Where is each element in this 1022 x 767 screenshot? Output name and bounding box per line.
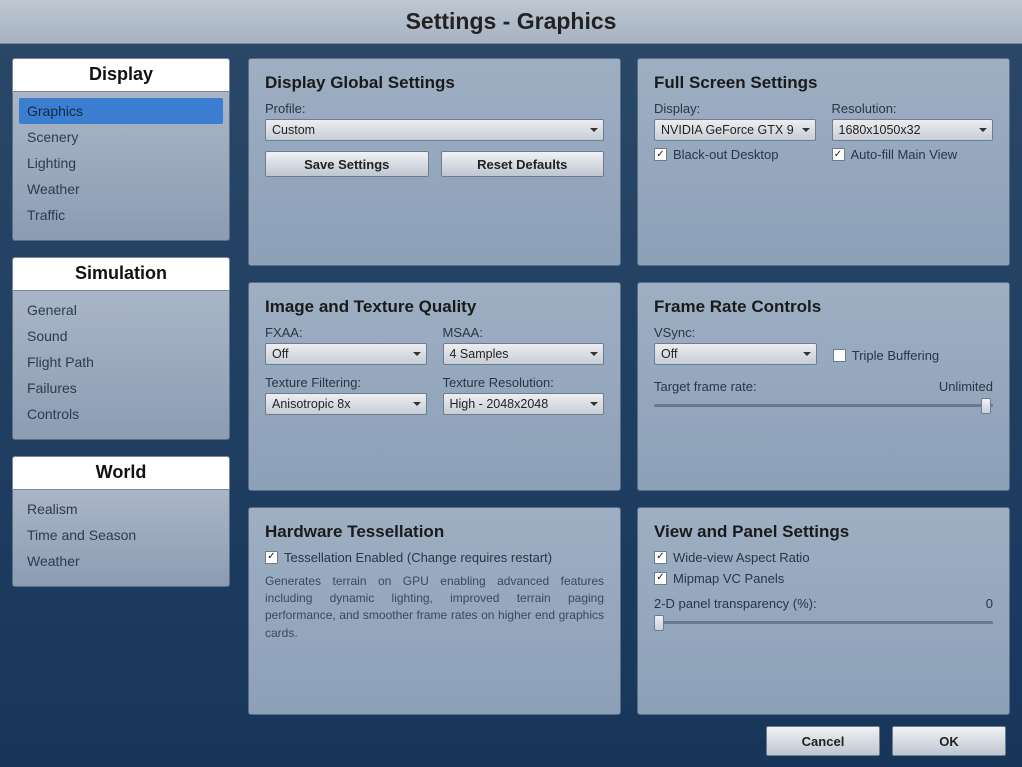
- mipmap-vc-panels-checkbox[interactable]: ✓ Mipmap VC Panels: [654, 571, 993, 586]
- triple-buffering-checkbox[interactable]: Triple Buffering: [833, 348, 993, 363]
- sidebar-group: DisplayGraphicsSceneryLightingWeatherTra…: [12, 58, 230, 241]
- sidebar-item-traffic[interactable]: Traffic: [19, 202, 223, 228]
- sidebar-item-failures[interactable]: Failures: [19, 375, 223, 401]
- wideview-aspect-checkbox[interactable]: ✓ Wide-view Aspect Ratio: [654, 550, 993, 565]
- sidebar-group: WorldRealismTime and SeasonWeather: [12, 456, 230, 587]
- profile-value: Custom: [272, 123, 315, 137]
- sidebar-item-general[interactable]: General: [19, 297, 223, 323]
- sidebar-item-scenery[interactable]: Scenery: [19, 124, 223, 150]
- panel-transparency-value: 0: [986, 596, 993, 611]
- checkbox-box: [833, 349, 846, 362]
- checkbox-box: ✓: [654, 572, 667, 585]
- panel-global-settings: Display Global Settings Profile: Custom …: [248, 58, 621, 266]
- panel-transparency-label: 2-D panel transparency (%):: [654, 596, 817, 611]
- vsync-select[interactable]: Off: [654, 343, 817, 365]
- sidebar-item-realism[interactable]: Realism: [19, 496, 223, 522]
- texres-label: Texture Resolution:: [443, 375, 605, 390]
- vsync-label: VSync:: [654, 325, 817, 340]
- panel-fullscreen: Full Screen Settings Display: NVIDIA GeF…: [637, 58, 1010, 266]
- blackout-desktop-checkbox[interactable]: ✓ Black-out Desktop: [654, 147, 816, 162]
- sidebar-group: SimulationGeneralSoundFlight PathFailure…: [12, 257, 230, 440]
- profile-label: Profile:: [265, 101, 604, 116]
- content-area: DisplayGraphicsSceneryLightingWeatherTra…: [0, 44, 1022, 715]
- save-settings-button[interactable]: Save Settings: [265, 151, 429, 177]
- texres-select[interactable]: High - 2048x2048: [443, 393, 605, 415]
- sidebar-group-body: GeneralSoundFlight PathFailuresControls: [12, 291, 230, 440]
- panel-view-settings: View and Panel Settings ✓ Wide-view Aspe…: [637, 507, 1010, 715]
- fxaa-select[interactable]: Off: [265, 343, 427, 365]
- sidebar-item-lighting[interactable]: Lighting: [19, 150, 223, 176]
- texfilter-select[interactable]: Anisotropic 8x: [265, 393, 427, 415]
- resolution-select[interactable]: 1680x1050x32: [832, 119, 994, 141]
- panel-title: Full Screen Settings: [654, 73, 993, 93]
- panel-title: View and Panel Settings: [654, 522, 993, 542]
- sidebar-group-body: GraphicsSceneryLightingWeatherTraffic: [12, 92, 230, 241]
- target-framerate-label: Target frame rate:: [654, 379, 757, 394]
- reset-defaults-button[interactable]: Reset Defaults: [441, 151, 605, 177]
- msaa-label: MSAA:: [443, 325, 605, 340]
- checkbox-box: ✓: [265, 551, 278, 564]
- checkbox-box: ✓: [654, 148, 667, 161]
- page-title: Settings - Graphics: [406, 8, 617, 35]
- tessellation-description: Generates terrain on GPU enabling advanc…: [265, 573, 604, 643]
- sidebar-group-header: World: [12, 456, 230, 490]
- sidebar-group-body: RealismTime and SeasonWeather: [12, 490, 230, 587]
- target-framerate-slider[interactable]: [654, 398, 993, 414]
- display-label: Display:: [654, 101, 816, 116]
- panel-title: Hardware Tessellation: [265, 522, 604, 542]
- resolution-label: Resolution:: [832, 101, 994, 116]
- panel-title: Frame Rate Controls: [654, 297, 993, 317]
- titlebar: Settings - Graphics: [0, 0, 1022, 44]
- main-panels: Display Global Settings Profile: Custom …: [248, 58, 1010, 715]
- cancel-button[interactable]: Cancel: [766, 726, 880, 756]
- sidebar-item-graphics[interactable]: Graphics: [19, 98, 223, 124]
- display-select[interactable]: NVIDIA GeForce GTX 9: [654, 119, 816, 141]
- profile-select[interactable]: Custom: [265, 119, 604, 141]
- sidebar-item-controls[interactable]: Controls: [19, 401, 223, 427]
- checkbox-box: ✓: [832, 148, 845, 161]
- msaa-select[interactable]: 4 Samples: [443, 343, 605, 365]
- sidebar-item-weather[interactable]: Weather: [19, 548, 223, 574]
- sidebar-group-header: Display: [12, 58, 230, 92]
- sidebar-item-sound[interactable]: Sound: [19, 323, 223, 349]
- footer: Cancel OK: [0, 715, 1022, 767]
- panel-framerate: Frame Rate Controls VSync: Off Triple Bu…: [637, 282, 1010, 490]
- texfilter-label: Texture Filtering:: [265, 375, 427, 390]
- panel-title: Image and Texture Quality: [265, 297, 604, 317]
- panel-tessellation: Hardware Tessellation ✓ Tessellation Ena…: [248, 507, 621, 715]
- panel-image-quality: Image and Texture Quality FXAA: Off MSAA…: [248, 282, 621, 490]
- checkbox-box: ✓: [654, 551, 667, 564]
- slider-thumb[interactable]: [654, 615, 664, 631]
- ok-button[interactable]: OK: [892, 726, 1006, 756]
- autofill-main-view-checkbox[interactable]: ✓ Auto-fill Main View: [832, 147, 994, 162]
- tessellation-enabled-checkbox[interactable]: ✓ Tessellation Enabled (Change requires …: [265, 550, 604, 565]
- fxaa-label: FXAA:: [265, 325, 427, 340]
- sidebar-group-header: Simulation: [12, 257, 230, 291]
- slider-thumb[interactable]: [981, 398, 991, 414]
- panel-transparency-slider[interactable]: [654, 615, 993, 631]
- target-framerate-value: Unlimited: [939, 379, 993, 394]
- sidebar-item-time-and-season[interactable]: Time and Season: [19, 522, 223, 548]
- sidebar: DisplayGraphicsSceneryLightingWeatherTra…: [12, 58, 230, 715]
- panel-title: Display Global Settings: [265, 73, 604, 93]
- sidebar-item-weather[interactable]: Weather: [19, 176, 223, 202]
- sidebar-item-flight-path[interactable]: Flight Path: [19, 349, 223, 375]
